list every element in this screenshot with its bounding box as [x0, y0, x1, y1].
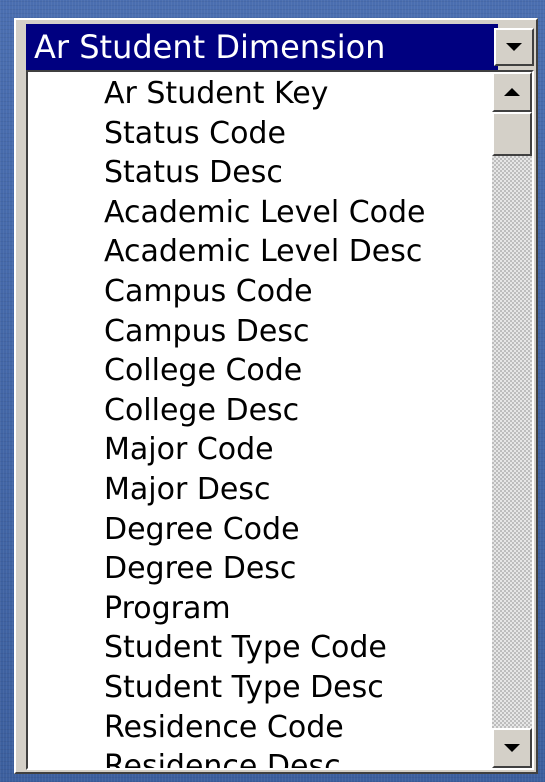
list-item[interactable]: Major Code	[28, 430, 494, 470]
list-item[interactable]: Ar Student Key	[28, 74, 494, 114]
list-item[interactable]: Status Code	[28, 114, 494, 154]
chevron-down-icon	[506, 43, 522, 51]
list-item[interactable]: College Desc	[28, 391, 494, 431]
scroll-down-button[interactable]	[492, 728, 532, 768]
list-item[interactable]: Program	[28, 589, 494, 629]
list-item[interactable]: Student Type Desc	[28, 668, 494, 708]
dropdown-selected-value[interactable]: Ar Student Dimension	[26, 24, 498, 70]
list-item[interactable]: Campus Code	[28, 272, 494, 312]
vertical-scrollbar[interactable]	[492, 72, 532, 768]
list-item[interactable]: Major Desc	[28, 470, 494, 510]
list-item[interactable]: Student Type Code	[28, 628, 494, 668]
field-list-items: Ar Student Key Status Code Status Desc A…	[28, 74, 494, 768]
list-item[interactable]: Residence Desc	[28, 747, 494, 768]
field-list: Ar Student Key Status Code Status Desc A…	[26, 70, 534, 770]
scroll-up-button[interactable]	[492, 72, 532, 112]
scroll-up-arrow-icon	[504, 88, 520, 96]
list-item[interactable]: Campus Desc	[28, 312, 494, 352]
list-item[interactable]: Residence Code	[28, 708, 494, 748]
list-item[interactable]: Academic Level Desc	[28, 232, 494, 272]
list-item[interactable]: Degree Desc	[28, 549, 494, 589]
list-item[interactable]: College Code	[28, 351, 494, 391]
list-item[interactable]: Degree Code	[28, 510, 494, 550]
list-item[interactable]: Academic Level Code	[28, 193, 494, 233]
scrollbar-thumb[interactable]	[492, 112, 532, 156]
field-picker-panel: Ar Student Dimension Ar Student Key Stat…	[14, 18, 538, 774]
list-item[interactable]: Status Desc	[28, 153, 494, 193]
dropdown-button[interactable]	[494, 28, 534, 66]
scroll-down-arrow-icon	[504, 744, 520, 752]
